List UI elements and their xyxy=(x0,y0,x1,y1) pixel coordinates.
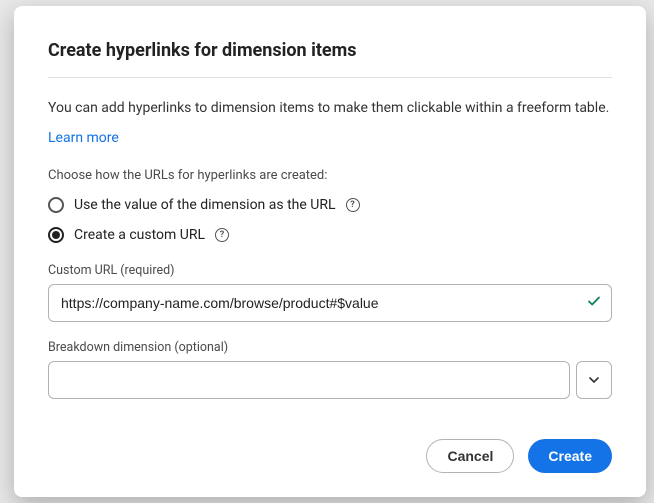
radio-icon xyxy=(48,197,64,213)
choose-how-label: Choose how the URLs for hyperlinks are c… xyxy=(48,168,612,183)
learn-more-link[interactable]: Learn more xyxy=(48,130,612,146)
create-button[interactable]: Create xyxy=(528,439,612,473)
info-icon[interactable]: ? xyxy=(346,198,360,212)
dialog-description: You can add hyperlinks to dimension item… xyxy=(48,100,612,116)
create-hyperlinks-dialog: Create hyperlinks for dimension items Yo… xyxy=(14,6,646,497)
dialog-title: Create hyperlinks for dimension items xyxy=(48,40,612,61)
radio-icon xyxy=(48,227,64,243)
breakdown-dimension-label: Breakdown dimension (optional) xyxy=(48,340,612,355)
radio-create-custom-url[interactable]: Create a custom URL ? xyxy=(48,227,612,243)
breakdown-dimension-field xyxy=(48,361,612,399)
custom-url-label: Custom URL (required) xyxy=(48,263,612,278)
dialog-footer: Cancel Create xyxy=(48,421,612,473)
radio-use-dimension-value[interactable]: Use the value of the dimension as the UR… xyxy=(48,197,612,213)
radio-label: Use the value of the dimension as the UR… xyxy=(74,197,336,213)
checkmark-icon xyxy=(586,293,602,313)
cancel-button[interactable]: Cancel xyxy=(426,439,514,473)
breakdown-dimension-dropdown-button[interactable] xyxy=(576,361,612,399)
radio-dot-icon xyxy=(52,231,60,239)
url-method-radio-group: Use the value of the dimension as the UR… xyxy=(48,197,612,243)
chevron-down-icon xyxy=(588,374,600,386)
custom-url-input[interactable] xyxy=(48,284,612,322)
divider xyxy=(48,77,612,78)
breakdown-dimension-input[interactable] xyxy=(48,361,570,399)
radio-label: Create a custom URL xyxy=(74,227,205,243)
info-icon[interactable]: ? xyxy=(215,228,229,242)
